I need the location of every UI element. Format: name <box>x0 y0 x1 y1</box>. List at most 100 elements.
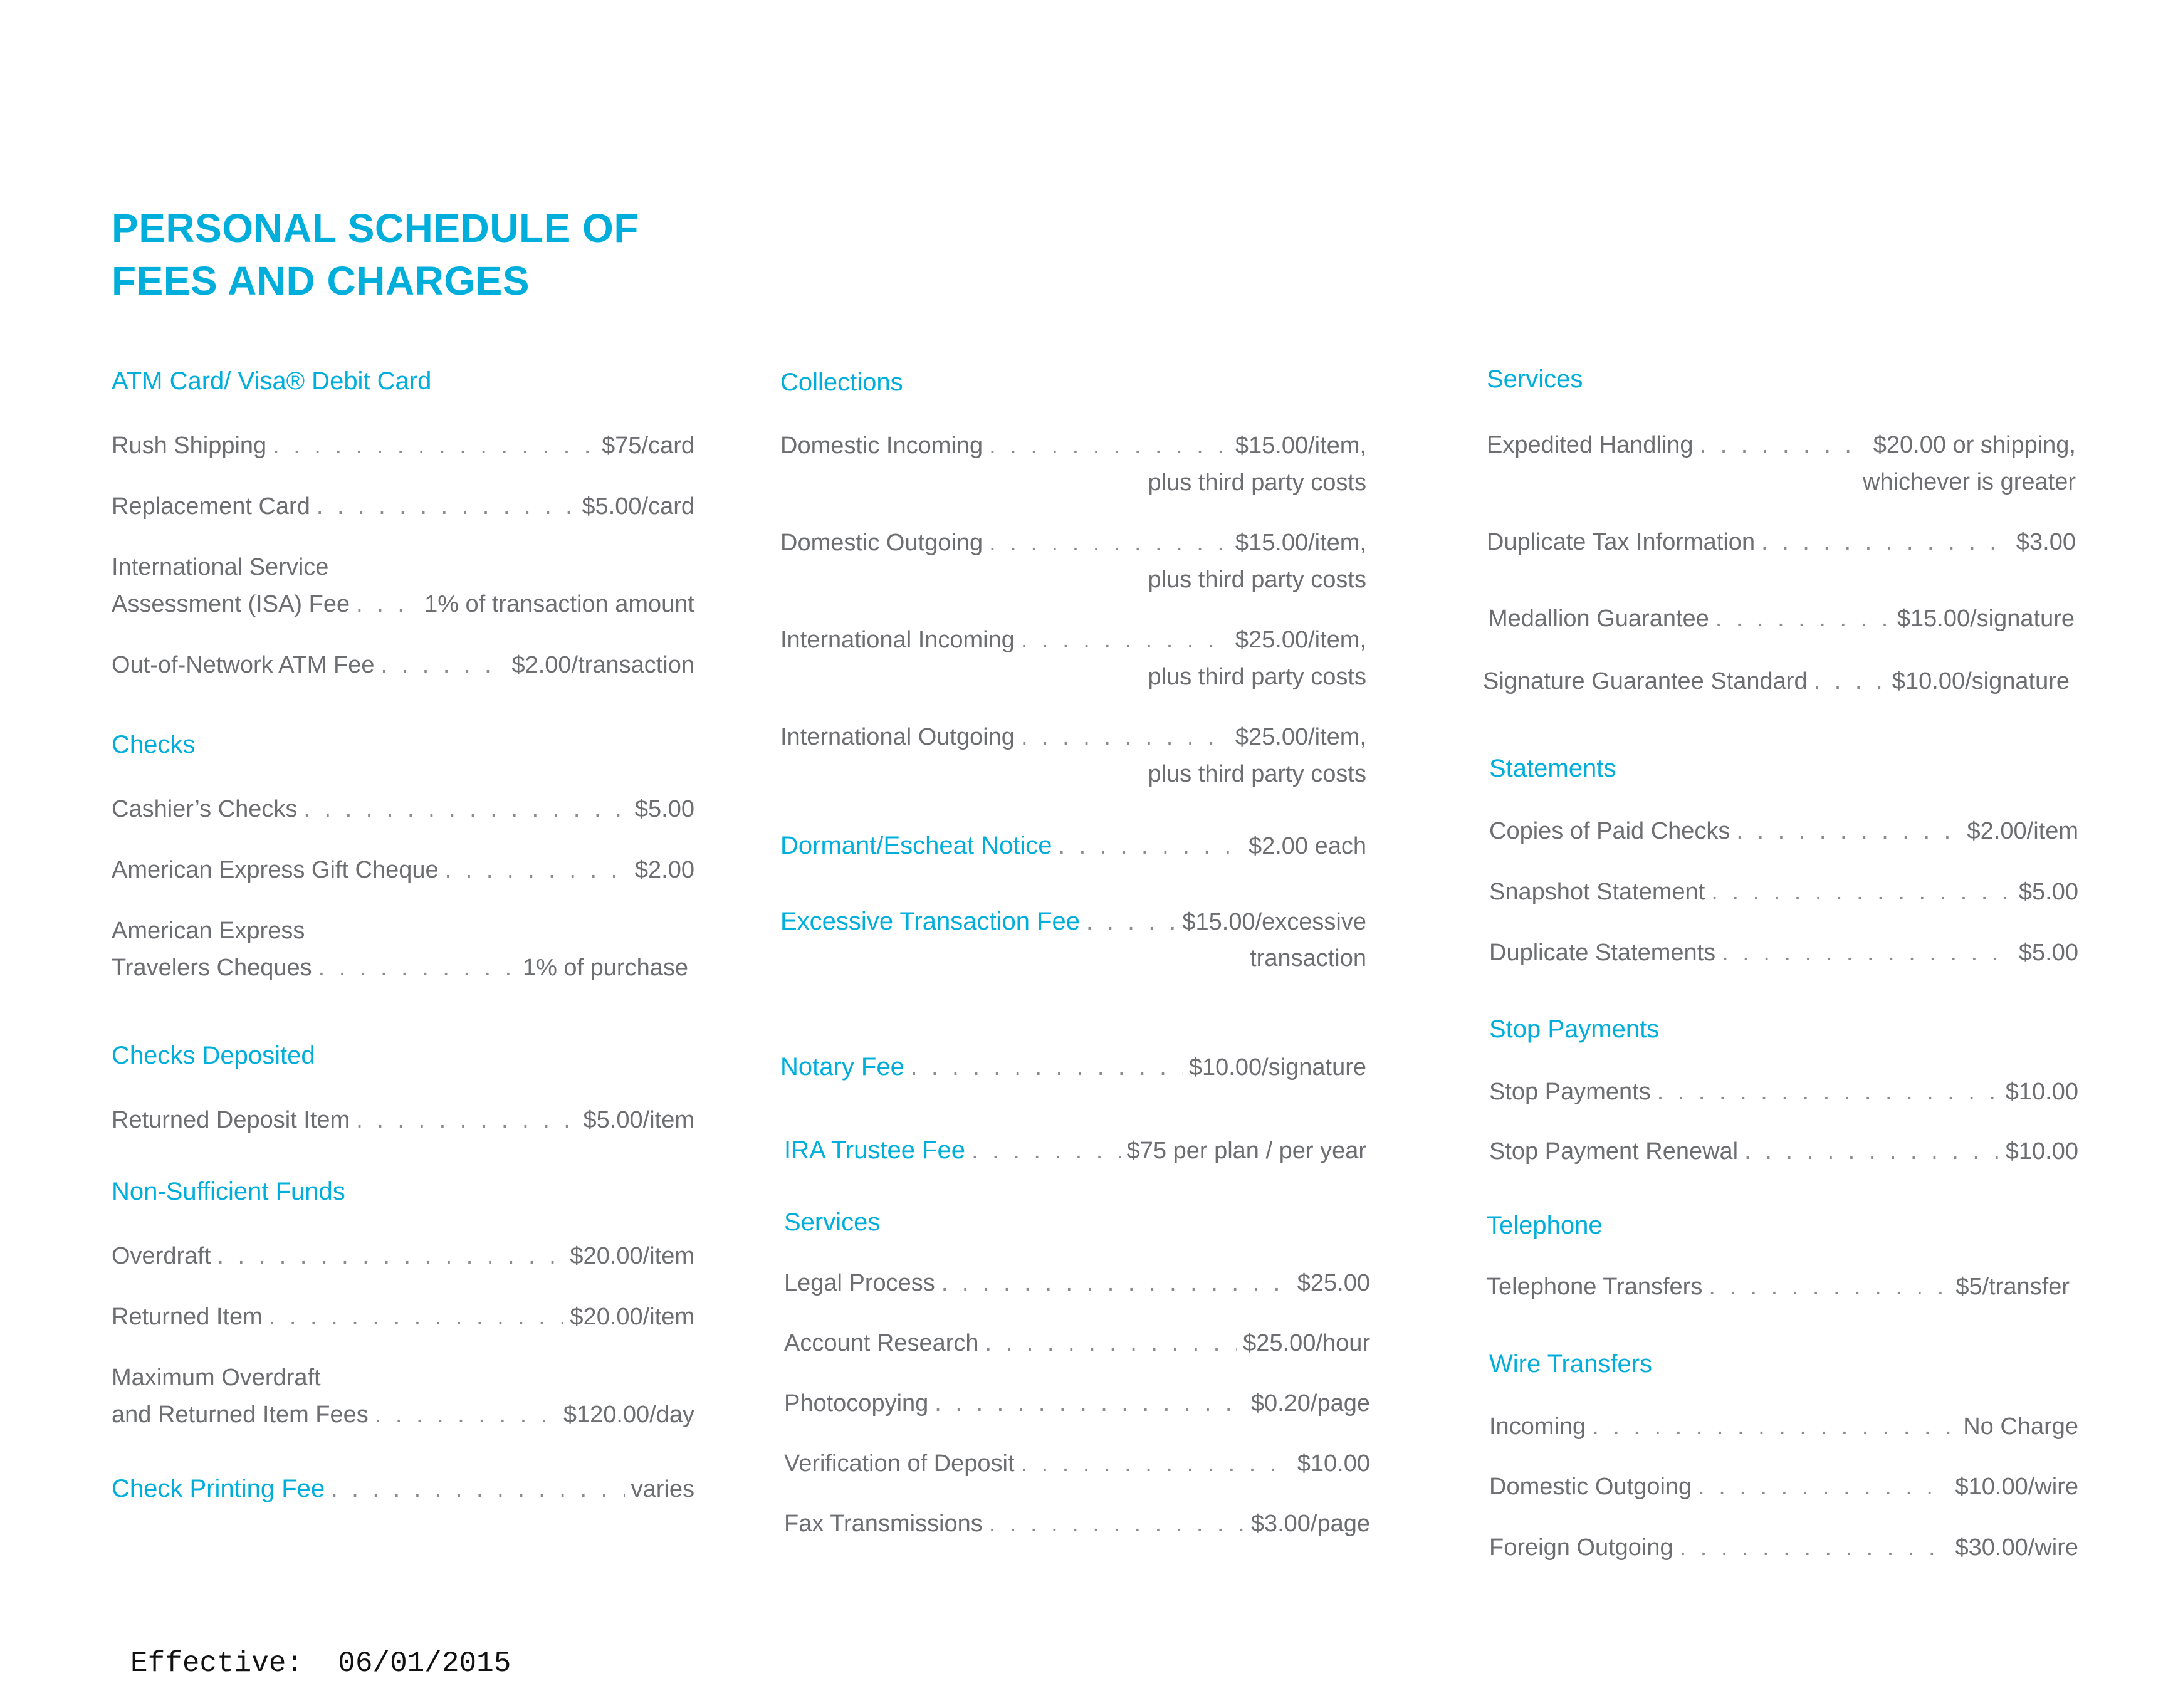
fee-row-dormant-notice: Dormant/Escheat Notice $2.00 each <box>780 827 1366 864</box>
section-services: Services <box>1487 362 2076 397</box>
fee-row: Duplicate Tax Information $3.00 <box>1487 524 2076 560</box>
fee-value: $20.00 or shipping, <box>1873 432 2076 458</box>
fee-label: Signature Guarantee Standard <box>1483 668 1808 694</box>
fee-row: Duplicate Statements $5.00 <box>1489 935 2078 971</box>
leader-dots <box>1592 1408 1957 1445</box>
section-heading: Collections <box>780 369 903 396</box>
fee-label: Cashier’s Checks <box>112 796 298 822</box>
leader-dots <box>1711 874 2013 910</box>
leader-dots <box>1021 719 1229 755</box>
leader-dots <box>217 1238 563 1274</box>
fee-row: Assessment (ISA) Fee 1% of transaction a… <box>112 586 694 622</box>
fee-value: $30.00/wire <box>1955 1534 2078 1561</box>
fee-label: Notary Fee <box>780 1053 904 1081</box>
fee-label: Dormant/Escheat Notice <box>780 832 1052 859</box>
fee-label: Domestic Outgoing <box>780 530 983 556</box>
fee-row: American Express Gift Cheque $2.00 <box>112 852 694 888</box>
leader-dots <box>971 1133 1121 1169</box>
fee-label: Expedited Handling <box>1487 432 1694 458</box>
leader-dots <box>1722 935 2013 971</box>
fee-row: Replacement Card $5.00/card <box>112 488 694 525</box>
leader-dots <box>985 1325 1237 1361</box>
fee-value-continued: transaction <box>1250 945 1366 972</box>
fee-label: Photocopying <box>784 1390 929 1417</box>
fee-value: $2.00 <box>634 857 694 883</box>
fee-row: Domestic Outgoing $15.00/item, <box>780 525 1366 561</box>
fee-label: Duplicate Tax Information <box>1487 529 1756 555</box>
leader-dots <box>1700 427 1867 463</box>
fee-value: $15.00/item, <box>1235 530 1366 556</box>
fee-row-notary: Notary Fee $10.00/signature <box>780 1049 1366 1086</box>
section-heading: Non-Sufficient Funds <box>112 1178 345 1205</box>
section-wire-transfers: Wire Transfers <box>1489 1346 2076 1381</box>
leader-dots <box>935 1385 1245 1422</box>
fee-row: Snapshot Statement $5.00 <box>1489 874 2078 910</box>
section-heading: Stop Payments <box>1489 1015 1660 1043</box>
fee-label: Out-of-Network ATM Fee <box>112 652 375 678</box>
fee-value-continued: whichever is greater <box>1862 469 2076 495</box>
fee-row: Overdraft $20.00/item <box>112 1238 694 1274</box>
fee-value: $5.00/item <box>583 1107 694 1133</box>
fee-row: Legal Process $25.00 <box>784 1265 1370 1301</box>
fee-row-check-printing: Check Printing Fee varies <box>112 1470 694 1507</box>
leader-dots <box>911 1049 1183 1086</box>
fee-value: $20.00/item <box>570 1304 694 1330</box>
leader-dots <box>1086 904 1176 940</box>
fee-value: $5.00 <box>634 796 694 822</box>
fee-value: $10.00 <box>1297 1450 1370 1477</box>
fee-label: Account Research <box>784 1330 979 1356</box>
fee-value: $5.00/card <box>582 493 694 520</box>
fee-label-line1: Maximum Overdraft <box>112 1365 321 1391</box>
fee-value-continued: plus third party costs <box>1148 664 1366 690</box>
fee-value: $25.00/hour <box>1243 1330 1370 1356</box>
page-title-line1: PERSONAL SCHEDULE OF <box>112 206 639 251</box>
fee-label: Foreign Outgoing <box>1489 1534 1673 1561</box>
fee-value: $10.00 <box>2005 1079 2078 1105</box>
fee-value: $15.00/excessive <box>1182 909 1366 935</box>
fee-row-ira-trustee: IRA Trustee Fee $75 per plan / per year <box>784 1132 1366 1169</box>
section-heading: Services <box>1487 365 1583 393</box>
fee-label: and Returned Item Fees <box>112 1402 369 1428</box>
fee-value: $2.00 each <box>1248 833 1366 859</box>
leader-dots <box>989 1506 1245 1542</box>
fee-label: American Express Gift Cheque <box>112 857 439 883</box>
fee-label: Legal Process <box>784 1270 935 1296</box>
fee-row: Expedited Handling $20.00 or shipping, <box>1487 427 2076 463</box>
fee-row-excessive-transaction: Excessive Transaction Fee $15.00/excessi… <box>780 903 1366 940</box>
fee-value-continued: plus third party costs <box>1148 469 1366 496</box>
fee-row: Verification of Deposit $10.00 <box>784 1445 1370 1482</box>
fee-value: 1% of transaction amount <box>424 591 694 617</box>
fee-label: Excessive Transaction Fee <box>780 908 1080 935</box>
fee-label-line1: International Service <box>112 554 329 580</box>
fee-label: Copies of Paid Checks <box>1489 818 1730 844</box>
fee-label: Stop Payment Renewal <box>1489 1138 1739 1165</box>
fee-label: Overdraft <box>112 1243 211 1269</box>
page-title-line2: FEES AND CHARGES <box>112 258 530 303</box>
leader-dots <box>317 488 576 525</box>
fee-value: $2.00/item <box>1967 818 2078 844</box>
fee-label: IRA Trustee Fee <box>784 1136 966 1164</box>
leader-dots <box>1657 1074 1999 1110</box>
section-heading: Checks Deposited <box>112 1042 315 1069</box>
fee-row: and Returned Item Fees $120.00/day <box>112 1396 694 1433</box>
fee-value: $25.00/item, <box>1235 627 1366 653</box>
leader-dots <box>331 1471 624 1507</box>
leader-dots <box>273 427 595 464</box>
fee-value-continued: plus third party costs <box>1148 567 1366 593</box>
fee-row: Rush Shipping $75/card <box>112 427 694 464</box>
fee-row: Domestic Outgoing $10.00/wire <box>1489 1469 2078 1505</box>
section-heading: Wire Transfers <box>1489 1350 1653 1378</box>
fee-value: $3.00 <box>2016 529 2076 555</box>
fee-value: No Charge <box>1963 1413 2078 1440</box>
leader-dots <box>356 586 418 622</box>
fee-row: Incoming No Charge <box>1489 1408 2078 1445</box>
leader-dots <box>1736 813 1961 849</box>
leader-dots <box>1761 524 2010 560</box>
fee-value: $5.00 <box>2018 879 2078 905</box>
leader-dots <box>1698 1469 1949 1505</box>
fee-label: International Outgoing <box>780 724 1015 750</box>
leader-dots <box>941 1265 1291 1301</box>
section-heading: Checks <box>112 731 196 758</box>
section-collections: Collections <box>780 365 1366 400</box>
leader-dots <box>989 525 1229 561</box>
